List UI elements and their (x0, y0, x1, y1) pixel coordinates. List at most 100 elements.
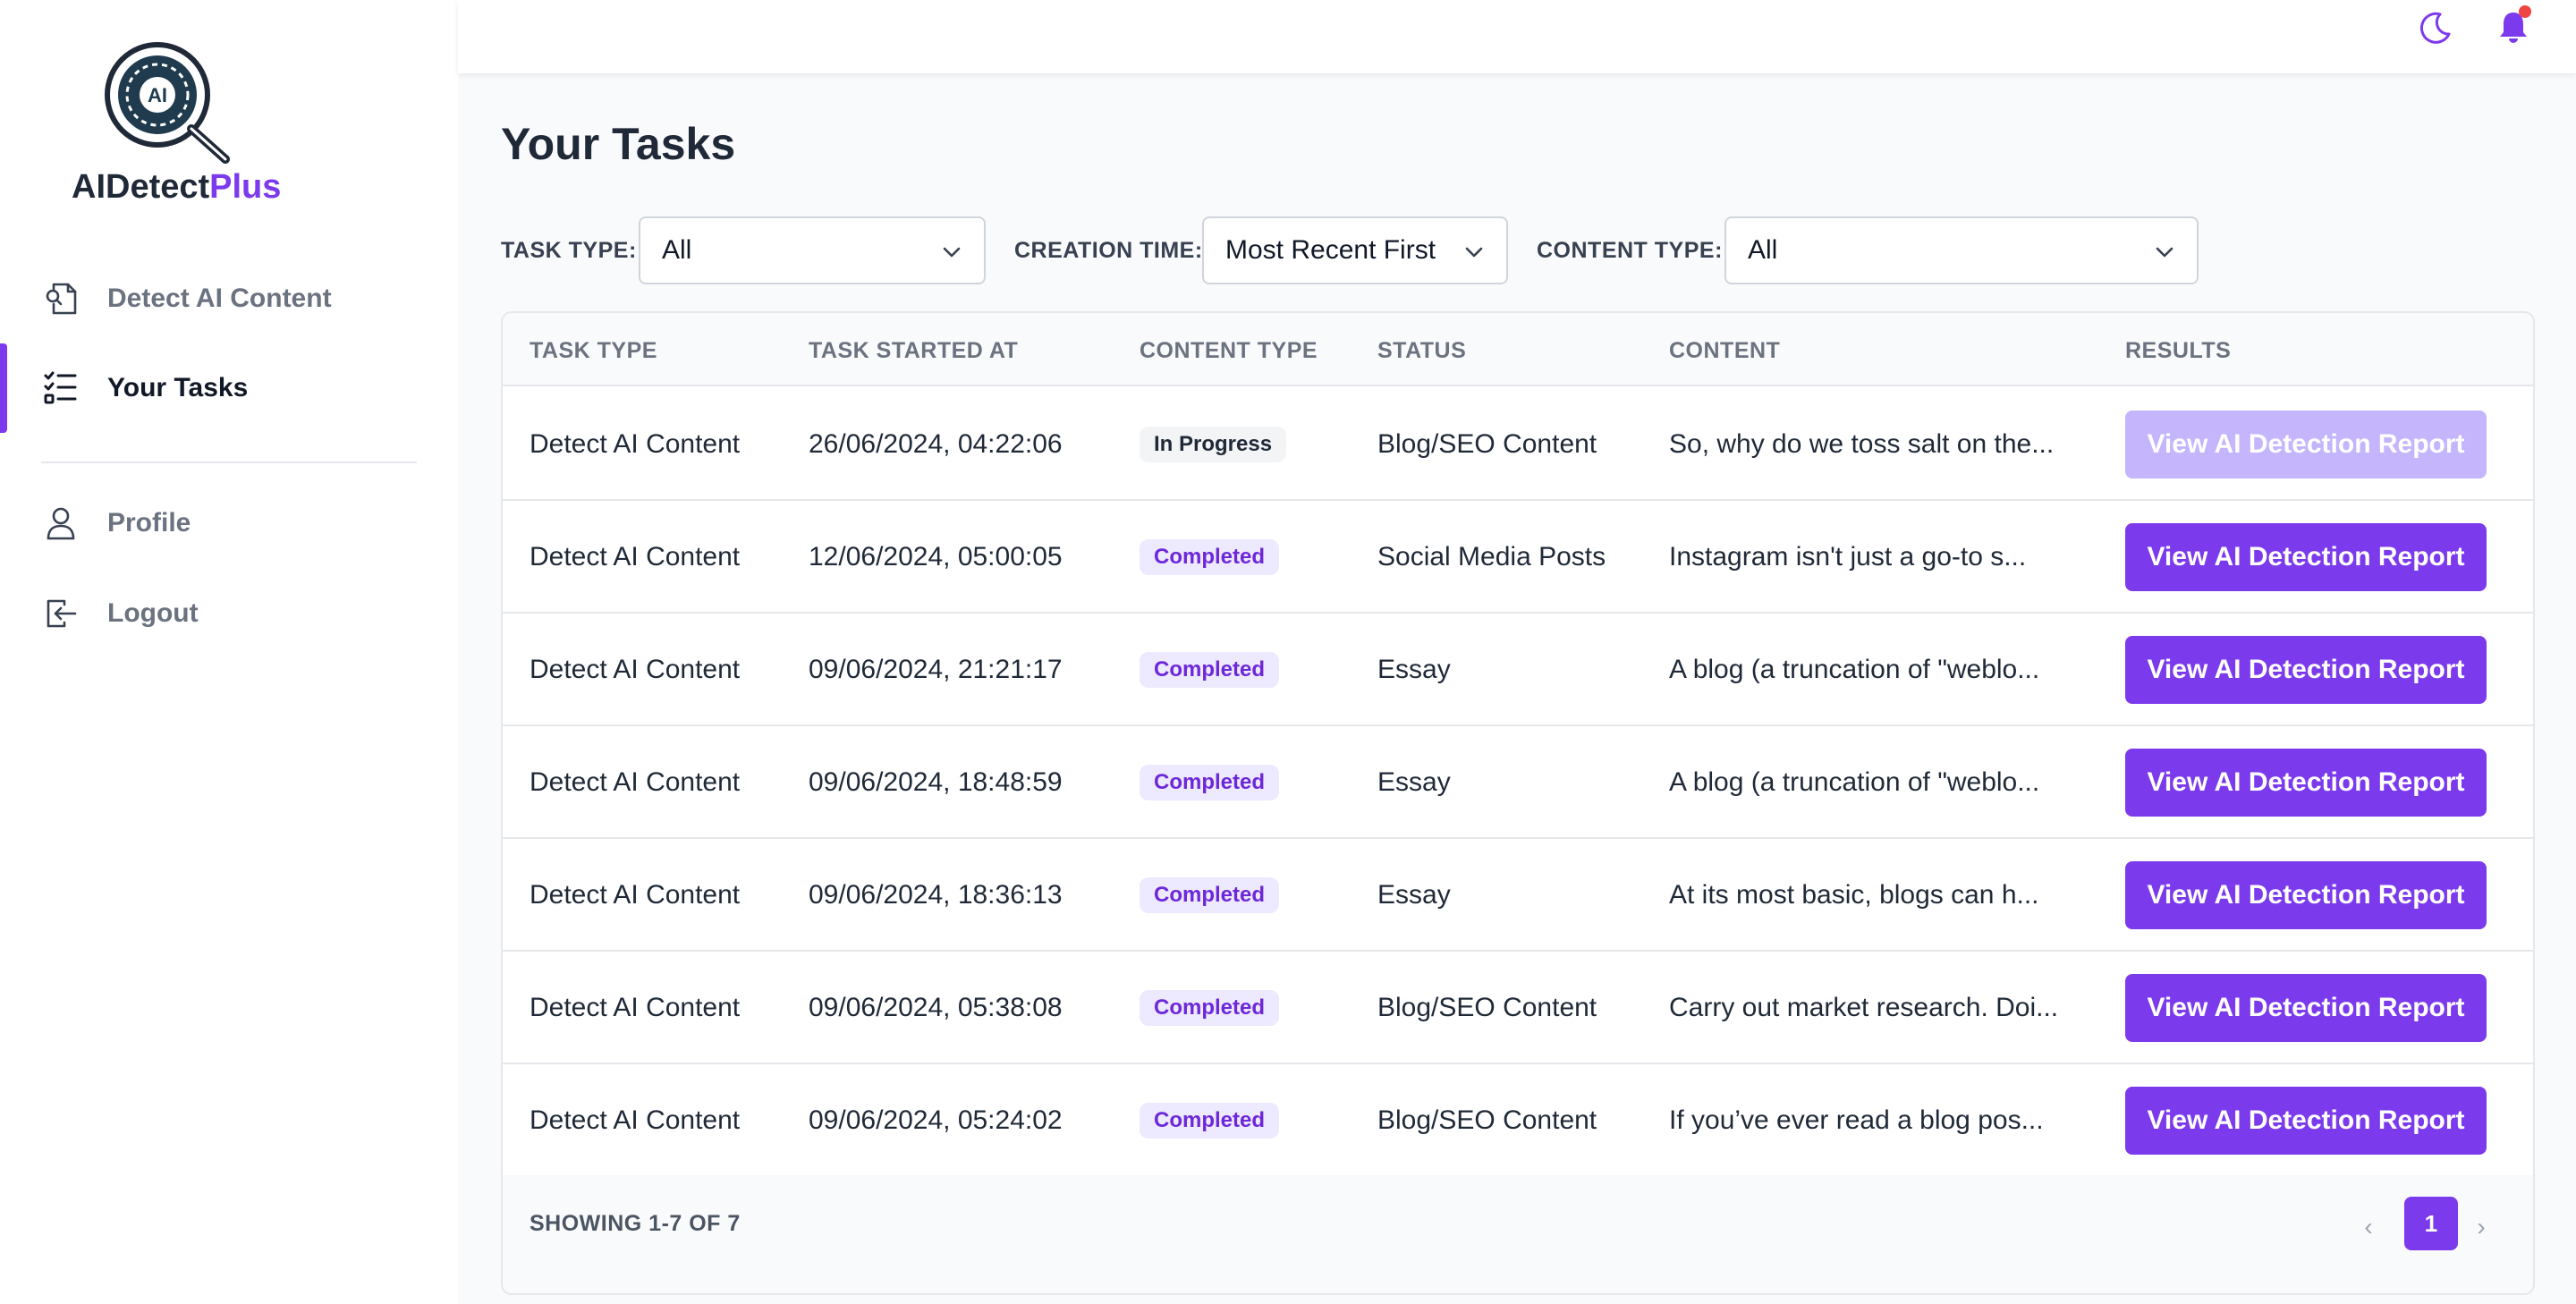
content-type-filter-label: CONTENT TYPE: (1537, 238, 1723, 263)
notifications-button[interactable] (2490, 4, 2537, 50)
creation-time-select[interactable]: Most Recent First (1202, 216, 1508, 284)
cell-status-badge-wrap: Completed (1140, 1064, 1280, 1177)
cell-content-type: Blog/SEO Content (1377, 429, 1597, 459)
sidebar-item-profile[interactable]: Profile (0, 478, 458, 568)
cell-task-type: Detect AI Content (530, 655, 741, 684)
status-badge: Completed (1140, 652, 1280, 688)
chevron-down-icon (1465, 247, 1483, 258)
cell-content-type: Blog/SEO Content (1377, 993, 1597, 1022)
creation-time-filter-label: CREATION TIME: (1014, 238, 1203, 263)
cell-content: If you’ve ever read a blog pos... (1669, 1105, 2044, 1135)
cell-task-type: Detect AI Content (530, 429, 741, 459)
cell-content: At its most basic, blogs can h... (1669, 880, 2039, 910)
status-badge: Completed (1140, 765, 1280, 800)
cell-content: So, why do we toss salt on the... (1669, 429, 2055, 459)
task-type-select-value: All (662, 235, 692, 265)
chevron-down-icon (943, 247, 961, 258)
cell-task-started-at: 09/06/2024, 21:21:17 (809, 655, 1063, 684)
pagination-summary: SHOWING 1-7 OF 7 (530, 1211, 741, 1236)
main-content: Your Tasks TASK TYPE: All CREATION TIME:… (458, 73, 2576, 1304)
cell-content-type: Essay (1377, 880, 1451, 910)
status-badge: Completed (1140, 990, 1280, 1026)
task-list-icon (41, 368, 80, 408)
table-row: Detect AI Content 09/06/2024, 05:38:08 Com… (503, 952, 2533, 1064)
page-1-button[interactable]: 1 (2404, 1197, 2458, 1250)
cell-content: Carry out market research. Doi... (1669, 993, 2059, 1022)
table-row: Detect AI Content 09/06/2024, 21:21:17 Com… (503, 614, 2533, 726)
cell-task-started-at: 09/06/2024, 05:24:02 (809, 1105, 1063, 1135)
cell-results: View AI Detection Report (2125, 839, 2487, 952)
magnifier-logo-icon: AI (105, 42, 230, 164)
column-header-status: STATUS (1377, 338, 1467, 363)
user-icon (41, 504, 80, 543)
sidebar-divider (41, 461, 417, 463)
cell-task-started-at: 12/06/2024, 05:00:05 (809, 542, 1063, 572)
status-badge: Completed (1140, 539, 1280, 575)
sidebar-item-your-tasks[interactable]: Your Tasks (0, 343, 458, 433)
previous-page-button[interactable]: ‹ (2351, 1200, 2386, 1254)
column-header-task-started-at: TASK STARTED AT (809, 338, 1019, 363)
sidebar-item-label: Profile (107, 508, 191, 538)
sidebar-item-detect-ai-content[interactable]: Detect AI Content (0, 254, 458, 343)
cell-task-started-at: 26/06/2024, 04:22:06 (809, 429, 1063, 459)
sidebar-item-label: Your Tasks (107, 373, 249, 402)
cell-results: View AI Detection Report (2125, 1064, 2487, 1177)
cell-status-badge-wrap: Completed (1140, 614, 1280, 726)
cell-results: View AI Detection Report (2125, 614, 2487, 726)
table-header: TASK TYPE TASK STARTED AT CONTENT TYPE S… (503, 313, 2533, 386)
column-header-results: RESULTS (2125, 338, 2232, 363)
creation-time-select-value: Most Recent First (1225, 235, 1436, 265)
top-bar (458, 0, 2576, 73)
cell-content-type: Blog/SEO Content (1377, 1105, 1597, 1135)
cell-content-type: Social Media Posts (1377, 542, 1606, 572)
cell-status-badge-wrap: Completed (1140, 726, 1280, 839)
brand-name: AIDetectPlus (72, 168, 281, 207)
sidebar-item-label: Detect AI Content (107, 284, 332, 313)
view-ai-detection-report-button[interactable]: View AI Detection Report (2125, 1087, 2487, 1155)
cell-results: View AI Detection Report (2125, 726, 2487, 839)
cell-status-badge-wrap: Completed (1140, 501, 1280, 614)
task-type-filter-label: TASK TYPE: (501, 238, 637, 263)
cell-content-type: Essay (1377, 767, 1451, 797)
status-badge: Completed (1140, 877, 1280, 913)
view-ai-detection-report-button[interactable]: View AI Detection Report (2125, 974, 2487, 1042)
cell-content: A blog (a truncation of "weblo... (1669, 655, 2040, 684)
cell-status-badge-wrap: Completed (1140, 952, 1280, 1064)
cell-content: Instagram isn't just a go-to s... (1669, 542, 2027, 572)
view-ai-detection-report-button[interactable]: View AI Detection Report (2125, 523, 2487, 591)
cell-task-started-at: 09/06/2024, 18:36:13 (809, 880, 1063, 910)
view-ai-detection-report-button[interactable]: View AI Detection Report (2125, 411, 2487, 478)
table-row: Detect AI Content 26/06/2024, 04:22:06 In … (503, 388, 2533, 501)
table-row: Detect AI Content 09/06/2024, 18:36:13 Com… (503, 839, 2533, 952)
brand[interactable]: AI AIDetectPlus (72, 39, 286, 209)
cell-task-type: Detect AI Content (530, 1105, 741, 1135)
notification-badge (2519, 5, 2531, 18)
task-type-select[interactable]: All (639, 216, 986, 284)
view-ai-detection-report-button[interactable]: View AI Detection Report (2125, 749, 2487, 817)
next-page-button[interactable]: › (2463, 1200, 2499, 1254)
page-title: Your Tasks (501, 119, 736, 169)
view-ai-detection-report-button[interactable]: View AI Detection Report (2125, 636, 2487, 704)
brand-name-accent: Plus (209, 168, 282, 206)
cell-task-type: Detect AI Content (530, 993, 741, 1022)
document-scan-icon (41, 279, 80, 318)
view-ai-detection-report-button[interactable]: View AI Detection Report (2125, 861, 2487, 929)
cell-task-type: Detect AI Content (530, 767, 741, 797)
cell-content-type: Essay (1377, 655, 1451, 684)
brand-name-main: AIDetect (72, 168, 210, 206)
content-type-select-value: All (1748, 235, 1778, 265)
column-header-task-type: TASK TYPE (530, 338, 657, 363)
status-badge: Completed (1140, 1103, 1280, 1139)
chevron-down-icon (2156, 247, 2174, 258)
moon-icon (2419, 12, 2451, 44)
sidebar-item-logout[interactable]: Logout (0, 569, 458, 658)
logout-icon (41, 594, 80, 633)
column-header-content: CONTENT (1669, 338, 1781, 363)
theme-toggle-button[interactable] (2411, 4, 2458, 50)
cell-results: View AI Detection Report (2125, 501, 2487, 614)
table-row: Detect AI Content 09/06/2024, 05:24:02 Com… (503, 1064, 2533, 1177)
content-type-select[interactable]: All (1724, 216, 2199, 284)
table-footer: SHOWING 1-7 OF 7 ‹ 1 › (503, 1175, 2533, 1293)
cell-results: View AI Detection Report (2125, 952, 2487, 1064)
table-row: Detect AI Content 09/06/2024, 18:48:59 Com… (503, 726, 2533, 839)
